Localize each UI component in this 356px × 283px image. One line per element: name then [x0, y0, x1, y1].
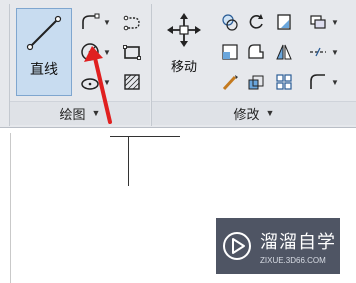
trim-icon: [249, 14, 263, 29]
polyline-dropdown[interactable]: ▼: [102, 10, 112, 34]
rectangle-icon: [123, 45, 141, 60]
rectangle-button[interactable]: [120, 40, 144, 64]
polyline-icon: [82, 13, 100, 29]
watermark-url: ZIXUE.3D66.COM: [260, 255, 326, 265]
copy-icon: [277, 14, 291, 30]
play-logo-icon: [223, 232, 251, 260]
hatch-icon: [124, 74, 140, 90]
watermark: 溜溜自学 ZIXUE.3D66.COM: [216, 218, 340, 274]
layer-dropdown[interactable]: ▼: [330, 10, 340, 34]
fillet-button[interactable]: [244, 40, 268, 64]
rotate-button[interactable]: [218, 10, 242, 34]
polyline-button[interactable]: [78, 10, 102, 34]
chamfer-button[interactable]: [306, 70, 330, 94]
draw-panel-title[interactable]: 绘图 ▼: [10, 102, 150, 124]
chamfer-icon: [310, 74, 325, 89]
chevron-down-icon: ▼: [265, 108, 275, 118]
arc-button[interactable]: [120, 10, 144, 34]
modify-panel-title[interactable]: 修改 ▼: [152, 102, 356, 124]
draw-panel-title-text: 绘图: [59, 106, 86, 122]
move-button[interactable]: 移动: [162, 10, 206, 90]
ellipse-dropdown[interactable]: ▼: [102, 70, 112, 94]
chevron-down-icon: ▼: [91, 108, 101, 118]
mirror-icon: [276, 44, 292, 60]
watermark-name: 溜溜自学: [260, 231, 336, 252]
circle-button[interactable]: [78, 40, 102, 64]
explode-icon: [310, 47, 326, 57]
move-icon: [167, 13, 201, 47]
ribbon: 直线 ▼ ▼ ▼ 绘图 ▼ 移动 ▼ ▼ ▼ 修改 ▼: [0, 0, 356, 128]
ellipse-button[interactable]: [78, 70, 102, 94]
scale-icon: [248, 75, 264, 90]
layer-icon: [310, 15, 326, 29]
modify-panel-title-text: 修改: [233, 106, 260, 122]
hatch-button[interactable]: [120, 70, 144, 94]
circle-icon: [81, 43, 99, 61]
array-icon: [276, 74, 292, 90]
fillet-icon: [248, 44, 264, 59]
brush-button[interactable]: [218, 70, 242, 94]
crosshair-horizontal: [110, 136, 180, 137]
explode-dropdown[interactable]: ▼: [330, 40, 340, 64]
move-button-label: 移动: [170, 59, 197, 74]
copy-button[interactable]: [272, 10, 296, 34]
layer-button[interactable]: [306, 10, 330, 34]
mirror-button[interactable]: [272, 40, 296, 64]
line-icon: [26, 15, 62, 51]
explode-button[interactable]: [306, 40, 330, 64]
line-button[interactable]: 直线: [16, 8, 72, 96]
scale-button[interactable]: [244, 70, 268, 94]
trim-button[interactable]: [244, 10, 268, 34]
stretch-button[interactable]: [218, 40, 242, 64]
chamfer-dropdown[interactable]: ▼: [330, 70, 340, 94]
crosshair-vertical: [128, 136, 129, 186]
circle-dropdown[interactable]: ▼: [102, 40, 112, 64]
arc-icon: [123, 15, 140, 31]
rotate-icon: [222, 14, 238, 31]
brush-icon: [222, 75, 238, 91]
stretch-icon: [222, 44, 238, 60]
array-button[interactable]: [272, 70, 296, 94]
ellipse-icon: [81, 78, 99, 90]
line-button-label: 直线: [30, 61, 58, 77]
